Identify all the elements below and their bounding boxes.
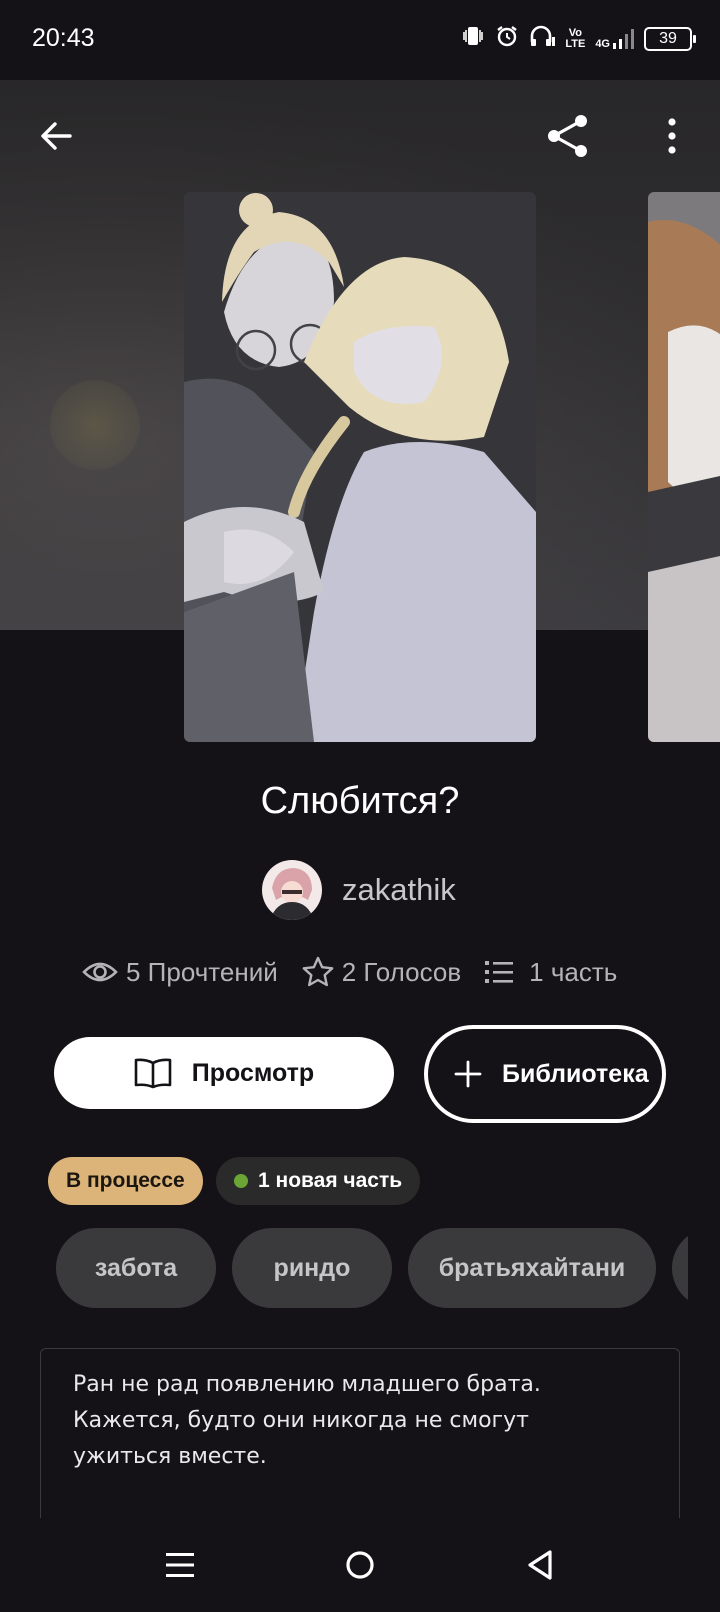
home-button[interactable]	[335, 1540, 385, 1590]
story-cover-image[interactable]	[184, 192, 536, 742]
recent-apps-button[interactable]	[155, 1540, 205, 1590]
library-button-label: Библиотека	[502, 1059, 649, 1088]
view-button[interactable]: Просмотр	[54, 1037, 394, 1109]
menu-nav-icon	[166, 1553, 194, 1577]
signal-icon: 4G	[595, 28, 634, 50]
story-description[interactable]: Ран не рад появлению младшего брата. Каж…	[40, 1348, 680, 1518]
tag-chip[interactable]: забота	[56, 1228, 216, 1308]
back-nav-icon	[528, 1550, 552, 1580]
author-link[interactable]: zakathik	[262, 860, 456, 920]
status-bar: 20:43 Vo LTE 4G 39	[0, 0, 720, 80]
add-to-library-button[interactable]: Библиотека	[424, 1025, 666, 1123]
tags-row: забота риндо братьяхайтани	[56, 1228, 688, 1310]
votes-stat: 2 Голосов	[302, 956, 461, 988]
status-icons: Vo LTE 4G 39	[461, 24, 696, 53]
back-arrow-icon	[41, 122, 72, 150]
tag-chip[interactable]: риндо	[232, 1228, 392, 1308]
more-options-button[interactable]	[644, 108, 700, 164]
new-part-badge: 1 новая часть	[216, 1157, 421, 1205]
author-name: zakathik	[342, 872, 456, 907]
star-icon	[302, 956, 334, 987]
tag-chip-partial[interactable]	[672, 1228, 688, 1308]
plus-icon	[454, 1060, 482, 1088]
battery-indicator: 39	[644, 26, 696, 51]
reads-count: 5 Прочтений	[126, 956, 278, 987]
story-stats: 5 Прочтений 2 Голосов 1 часть	[82, 956, 641, 988]
system-nav-bar	[0, 1518, 720, 1612]
share-icon	[548, 115, 587, 157]
status-time: 20:43	[32, 24, 95, 52]
story-title: Слюбится?	[260, 780, 460, 822]
votes-count: 2 Голосов	[341, 956, 462, 987]
alarm-icon	[495, 24, 519, 53]
next-story-cover-image[interactable]	[648, 192, 720, 742]
back-button[interactable]	[28, 108, 84, 164]
share-button[interactable]	[540, 108, 596, 164]
parts-stat: 1 часть	[485, 957, 617, 988]
book-icon	[134, 1058, 172, 1089]
avatar	[262, 860, 322, 920]
eye-icon	[82, 962, 118, 982]
reads-stat: 5 Прочтений	[82, 957, 278, 988]
home-nav-icon	[346, 1551, 374, 1579]
list-icon	[485, 961, 514, 983]
parts-count: 1 часть	[529, 956, 618, 987]
volte-icon: Vo LTE	[565, 26, 586, 50]
headphones-icon	[529, 24, 556, 53]
tag-chip[interactable]: братьяхайтани	[408, 1228, 656, 1308]
new-part-label: 1 новая часть	[258, 1169, 403, 1192]
view-button-label: Просмотр	[191, 1058, 315, 1087]
vibrate-icon	[461, 24, 485, 53]
more-vertical-icon	[668, 118, 676, 154]
system-back-button[interactable]	[515, 1540, 565, 1590]
new-indicator-dot	[234, 1174, 248, 1188]
description-text: Ран не рад появлению младшего брата. Каж…	[73, 1372, 541, 1469]
status-badge: В процессе	[48, 1157, 203, 1205]
